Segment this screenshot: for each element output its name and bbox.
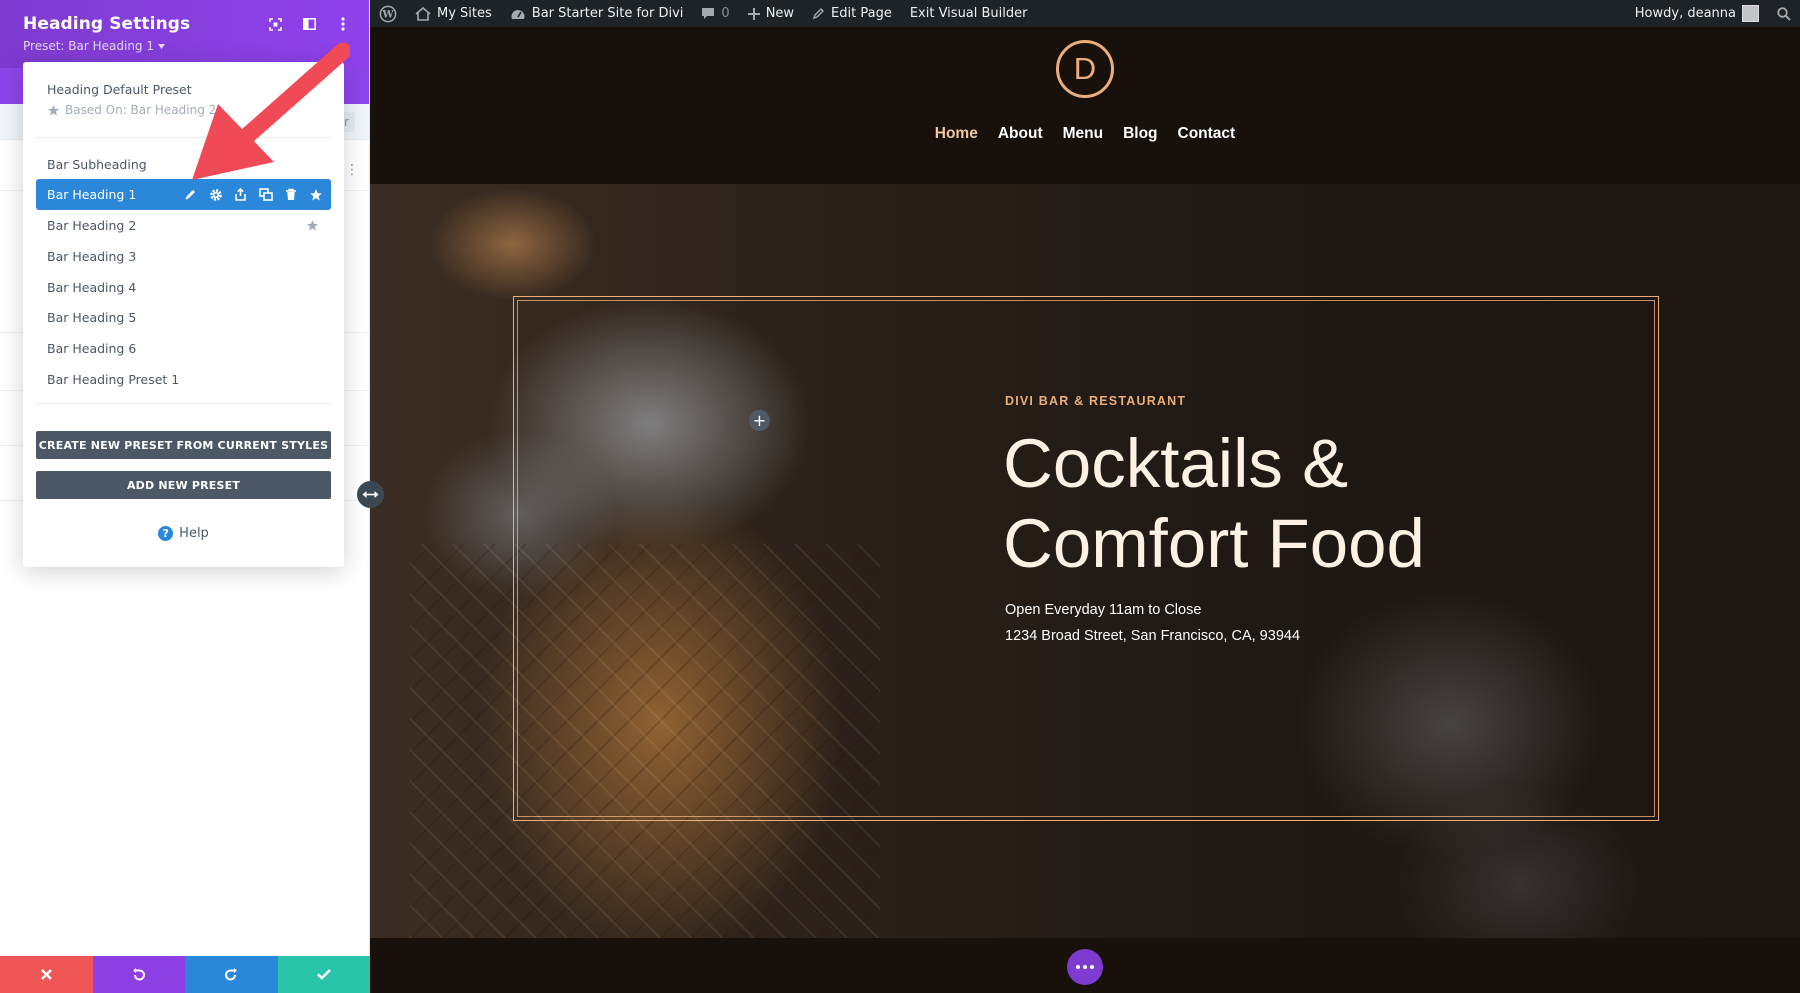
redo-button[interactable]: [185, 956, 278, 993]
plus-icon: [747, 7, 760, 20]
main-navigation: Home About Menu Blog Contact: [370, 125, 1800, 143]
my-sites-icon: [415, 6, 431, 21]
hero-section: + DIVI BAR & RESTAURANT Cocktails & Comf…: [370, 184, 1800, 938]
comments-count: 0: [721, 6, 730, 21]
fullscreen-icon[interactable]: [267, 16, 283, 32]
dot-icon: [1076, 965, 1080, 969]
my-sites-menu[interactable]: My Sites: [406, 0, 501, 27]
comments-menu[interactable]: 0: [692, 0, 738, 27]
greeting-label: Howdy, deanna: [1634, 6, 1736, 21]
wp-admin-bar: W My Sites Bar Starter Site for Divi 0 N…: [370, 0, 1800, 27]
redo-icon: [225, 967, 238, 980]
wordpress-logo-icon[interactable]: W: [370, 0, 406, 27]
preset-item-label: Bar Subheading: [47, 157, 147, 172]
hero-heading-line1: Cocktails &: [1003, 425, 1349, 502]
account-menu[interactable]: Howdy, deanna: [1626, 0, 1768, 27]
help-link[interactable]: ? Help: [23, 526, 344, 541]
hero-heading[interactable]: Cocktails & Comfort Food: [1003, 424, 1563, 584]
new-label: New: [765, 6, 795, 21]
preset-item[interactable]: Bar Heading 6: [36, 333, 331, 364]
exit-visual-builder-label: Exit Visual Builder: [909, 6, 1028, 21]
save-button[interactable]: [277, 956, 370, 993]
more-options-icon[interactable]: [335, 16, 351, 32]
nav-about[interactable]: About: [998, 125, 1043, 143]
resize-arrows-icon: [362, 491, 379, 498]
hero-eyebrow: DIVI BAR & RESTAURANT: [1005, 394, 1187, 408]
discard-button[interactable]: [0, 956, 93, 993]
hero-address: 1234 Broad Street, San Francisco, CA, 93…: [1005, 628, 1301, 644]
create-preset-from-styles-button[interactable]: CREATE NEW PRESET FROM CURRENT STYLES: [36, 431, 331, 459]
edit-page-label: Edit Page: [831, 6, 892, 21]
nav-home[interactable]: Home: [935, 125, 978, 143]
svg-text:W: W: [381, 9, 394, 20]
website-preview: D Home About Menu Blog Contact + DIVI BA…: [370, 27, 1800, 993]
preset-item[interactable]: Bar Heading 4: [36, 272, 331, 303]
preset-item[interactable]: Bar Heading Preset 1: [36, 364, 331, 395]
dashboard-icon: [511, 9, 525, 19]
default-star-icon: [306, 219, 319, 235]
my-sites-label: My Sites: [437, 6, 492, 21]
dot-icon: [1083, 965, 1087, 969]
search-icon: [1777, 6, 1791, 21]
site-name-menu[interactable]: Bar Starter Site for Divi: [501, 0, 693, 27]
star-icon: [48, 104, 59, 116]
avatar: [1742, 5, 1759, 22]
panel-footer: [0, 956, 370, 993]
preset-item[interactable]: Bar Heading 2: [36, 210, 331, 241]
undo-button[interactable]: [92, 956, 185, 993]
preset-item-label: Bar Heading Preset 1: [47, 372, 180, 387]
dock-panel-icon[interactable]: [301, 16, 317, 32]
preset-item-label: Bar Heading 2: [47, 218, 137, 233]
nav-menu[interactable]: Menu: [1063, 125, 1103, 143]
preset-item[interactable]: Bar Heading 3: [36, 241, 331, 272]
hero-hours: Open Everyday 11am to Close: [1005, 602, 1202, 618]
preset-label: Preset: Bar Heading 1: [23, 39, 154, 53]
site-header: D Home About Menu Blog Contact: [370, 27, 1800, 184]
hero-text: Open Everyday 11am to Close 1234 Broad S…: [1005, 597, 1300, 649]
undo-icon: [132, 967, 145, 980]
admin-search-button[interactable]: [1768, 0, 1800, 27]
builder-settings-button[interactable]: [1067, 949, 1103, 985]
preset-item-label: Bar Heading 6: [47, 341, 137, 356]
caret-down-icon: [158, 43, 165, 49]
dot-icon: [1090, 965, 1094, 969]
exit-visual-builder-link[interactable]: Exit Visual Builder: [901, 0, 1037, 27]
pencil-icon: [812, 8, 825, 20]
preset-item-label: Bar Heading 4: [47, 280, 137, 295]
edit-page-link[interactable]: Edit Page: [803, 0, 901, 27]
hero-heading-line2: Comfort Food: [1003, 505, 1425, 582]
nav-contact[interactable]: Contact: [1178, 125, 1236, 143]
preset-item-label: Bar Heading 3: [47, 249, 137, 264]
add-new-preset-button[interactable]: ADD NEW PRESET: [36, 471, 331, 499]
site-logo[interactable]: D: [1056, 40, 1114, 98]
site-name-label: Bar Starter Site for Divi: [531, 6, 684, 21]
new-content-menu[interactable]: New: [739, 0, 803, 27]
divider: [36, 403, 331, 404]
nav-blog[interactable]: Blog: [1123, 125, 1157, 143]
preset-item-label: Bar Heading 1: [47, 187, 137, 202]
red-arrow-annotation: [192, 42, 350, 180]
close-icon: [40, 969, 52, 980]
preset-item[interactable]: Bar Heading 5: [36, 302, 331, 333]
help-label: Help: [179, 526, 209, 541]
panel-resize-handle[interactable]: [357, 481, 384, 508]
add-module-plus-icon[interactable]: +: [749, 410, 770, 431]
comment-icon: [702, 8, 715, 19]
help-icon: ?: [158, 526, 174, 541]
preset-item-label: Bar Heading 5: [47, 310, 137, 325]
checkmark-icon: [316, 969, 331, 980]
